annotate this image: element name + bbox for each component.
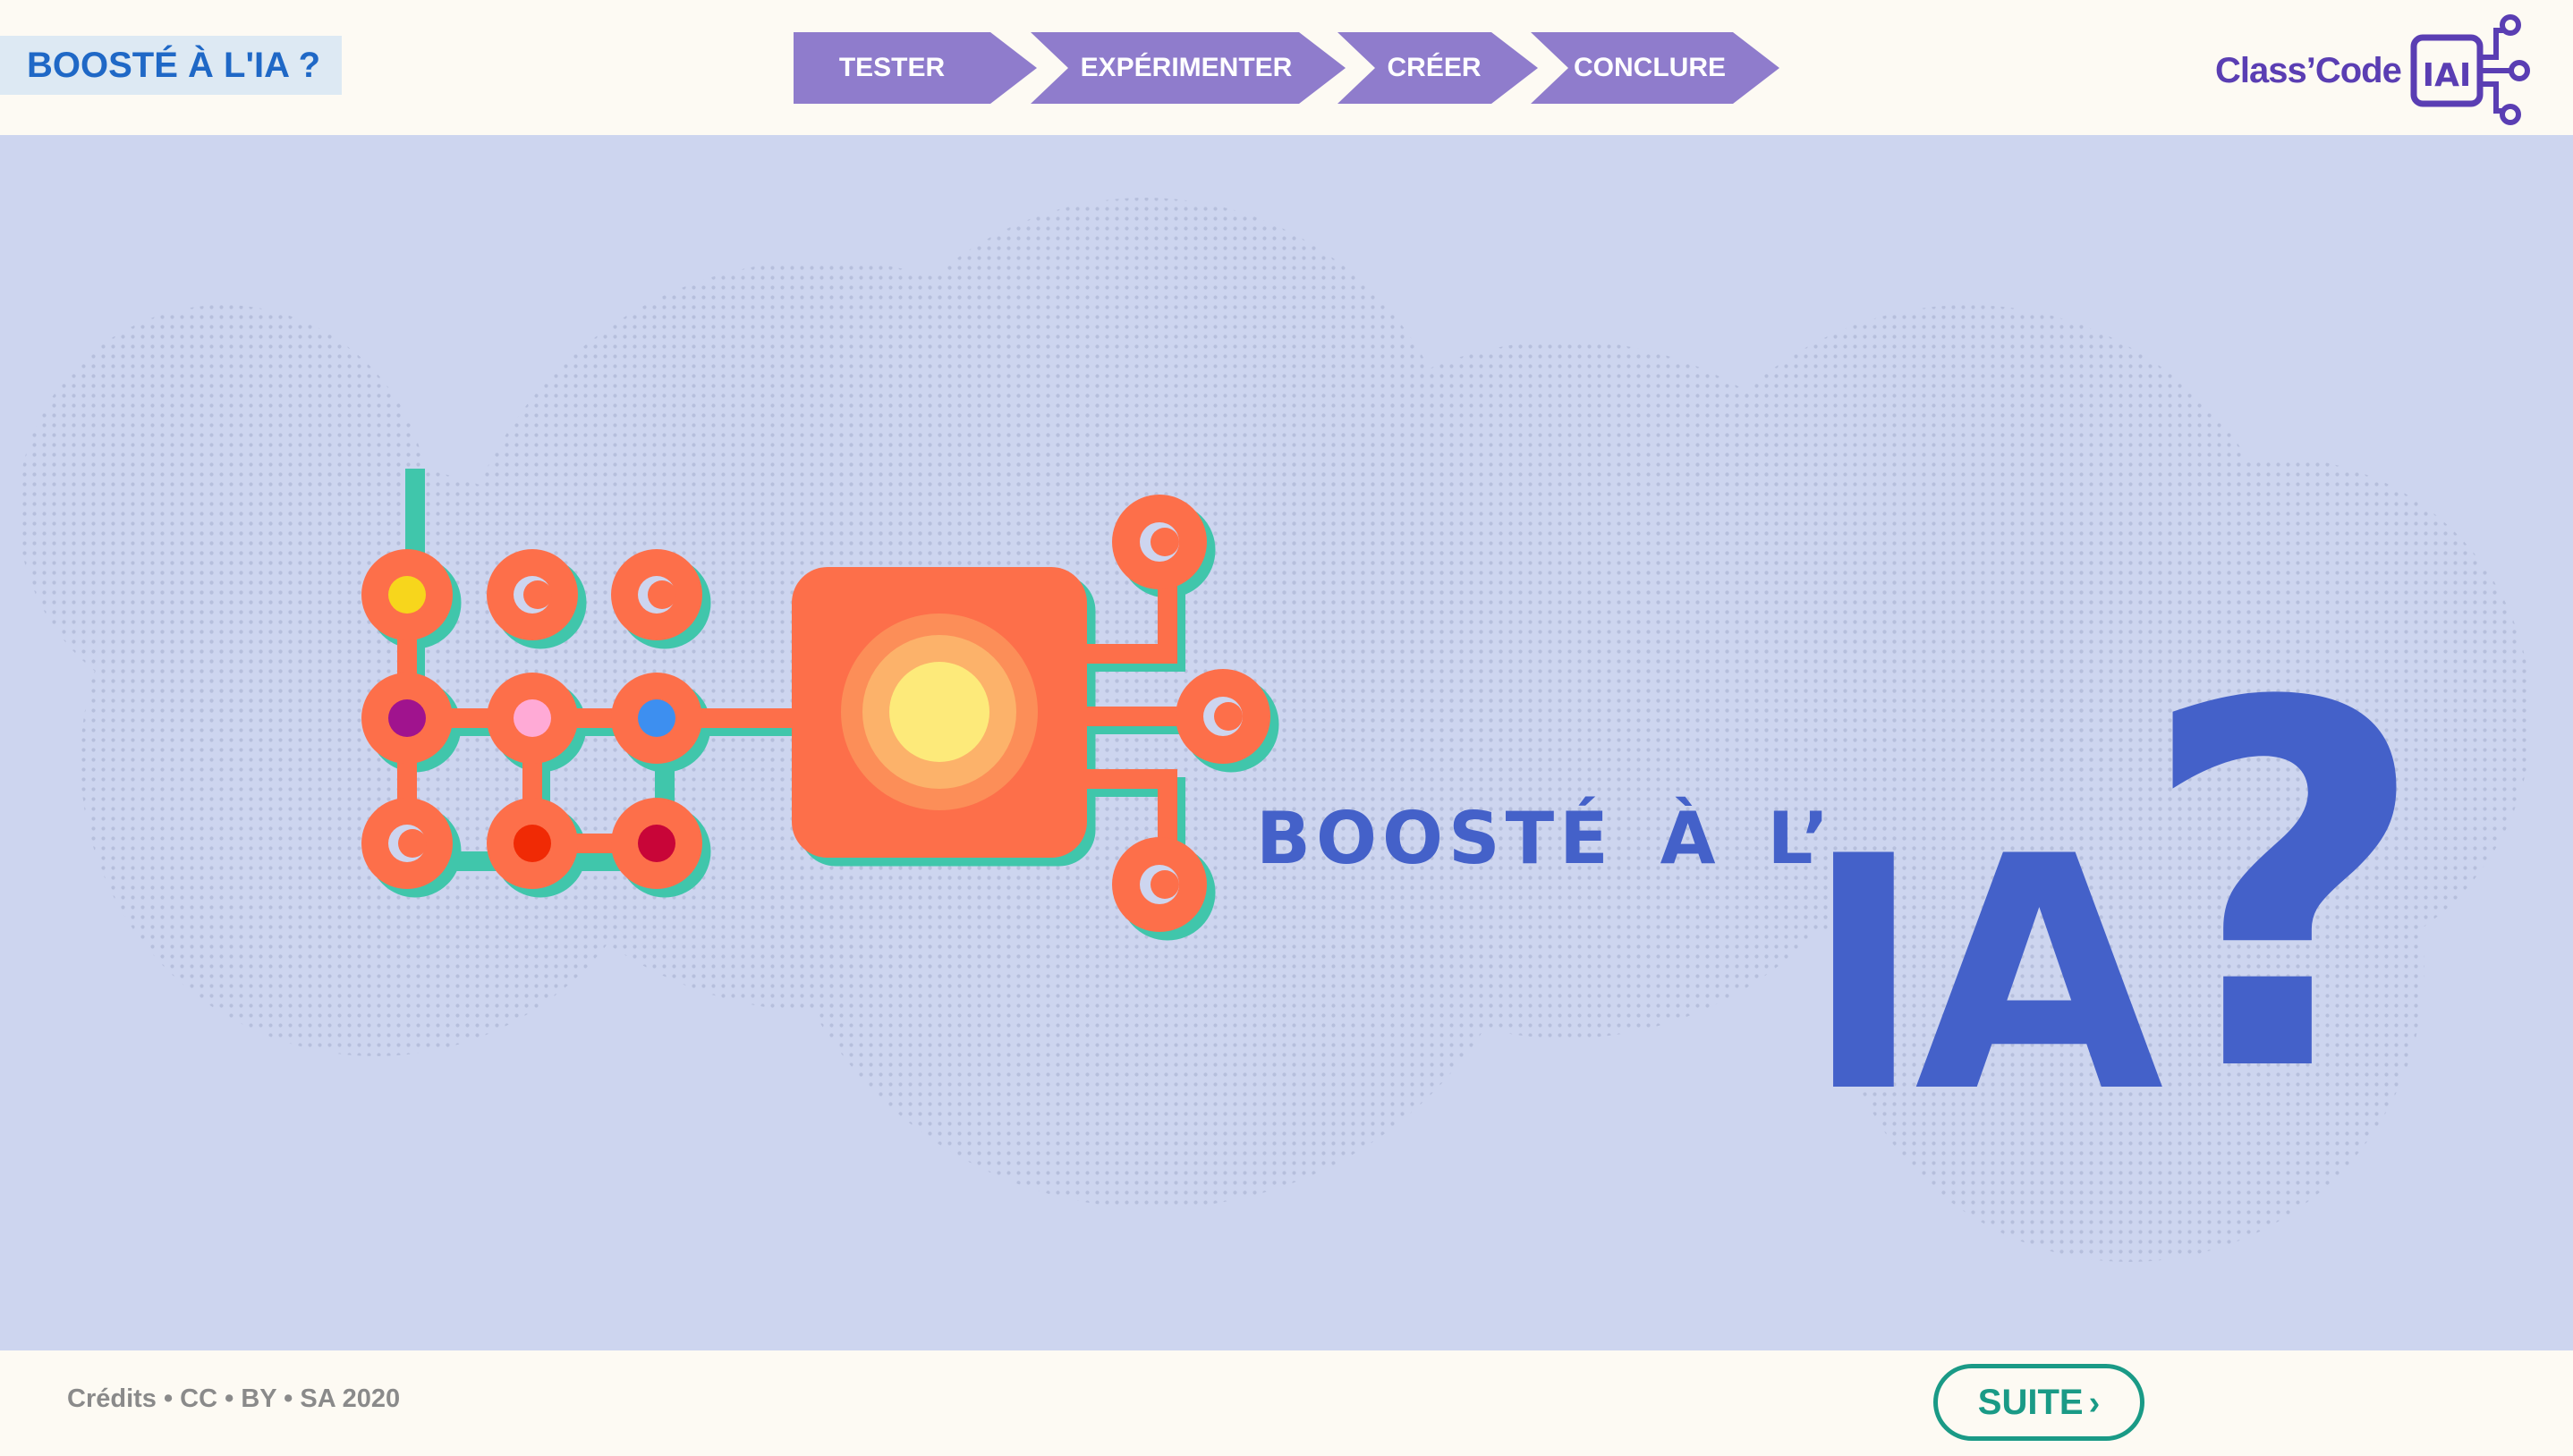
chevron-right-icon: ›: [2088, 1384, 2101, 1422]
next-button[interactable]: SUITE ›: [1933, 1364, 2144, 1441]
credits-link[interactable]: Crédits • CC • BY • SA 2020: [67, 1384, 400, 1414]
footer-bar: Crédits • CC • BY • SA 2020 SUITE ›: [0, 1350, 2573, 1456]
big-ia-text: IA: [1804, 788, 2164, 1163]
step-tester-label: TESTER: [838, 53, 946, 82]
header-bar: BOOSTÉ À L'IA ? TESTER EXPÉRIMENTER CRÉE…: [0, 0, 2573, 135]
next-button-label: SUITE: [1977, 1383, 2084, 1422]
step-conclure[interactable]: CONCLURE: [1531, 32, 1779, 104]
classcode-logo[interactable]: Class’Code IAI: [2215, 13, 2537, 129]
logo-circuit-icon: IAI: [2410, 14, 2530, 125]
page-title: BOOSTÉ À L'IA ?: [0, 36, 342, 95]
step-creer-label: CRÉER: [1387, 53, 1482, 82]
logo-mark: IAI: [2423, 57, 2472, 94]
main-heading: BOOSTÉ À L’: [1256, 797, 1835, 880]
step-tester[interactable]: TESTER: [794, 32, 1037, 104]
step-experimenter[interactable]: EXPÉRIMENTER: [1031, 32, 1346, 104]
step-conclure-label: CONCLURE: [1574, 53, 1726, 82]
logo-text: Class’Code: [2215, 51, 2402, 90]
step-experimenter-label: EXPÉRIMENTER: [1080, 53, 1293, 82]
hero-stage: BOOSTÉ À L’ IA ?: [0, 135, 2573, 1350]
step-creer[interactable]: CRÉER: [1337, 32, 1538, 104]
question-mark: ?: [2138, 599, 2429, 1182]
